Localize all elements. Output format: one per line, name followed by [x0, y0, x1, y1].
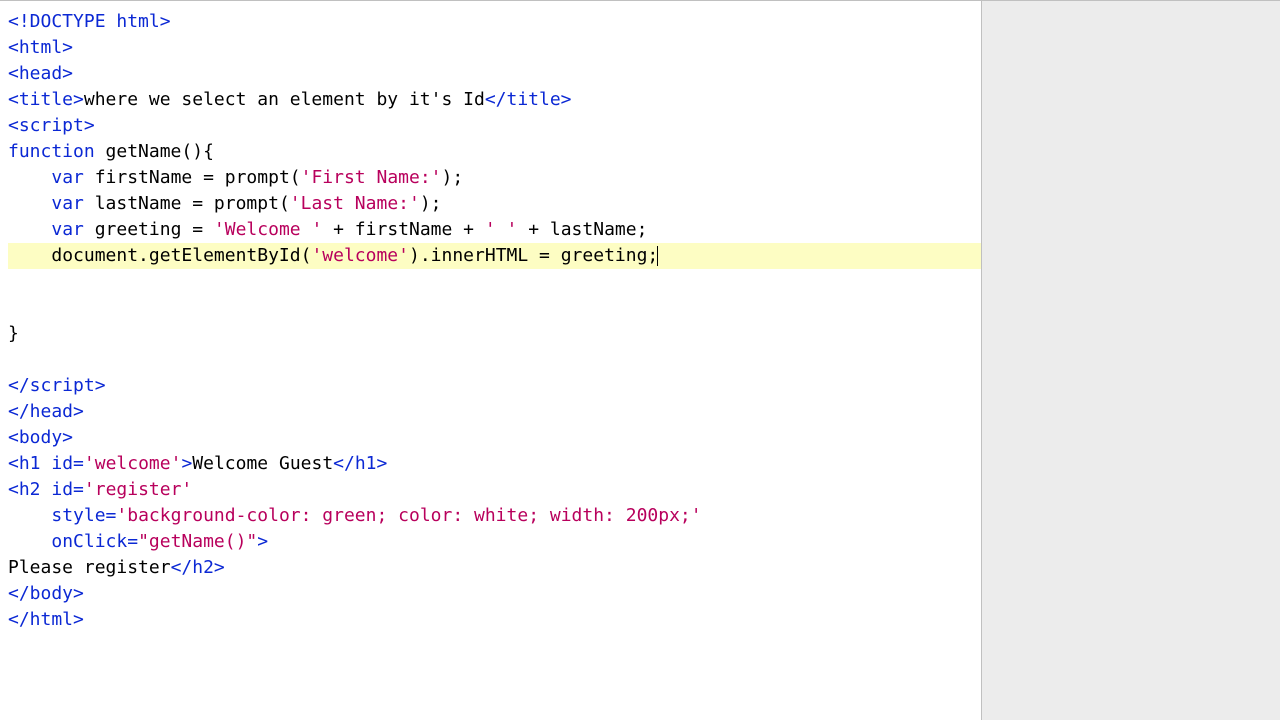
text-cursor [657, 246, 658, 266]
code-token: <!DOCTYPE html> [8, 11, 171, 32]
code-token: </h1> [333, 453, 387, 474]
code-token: var [51, 167, 84, 188]
code-token: lastName = prompt( [84, 193, 290, 214]
code-line[interactable]: <body> [8, 425, 981, 451]
code-token: firstName = prompt( [84, 167, 301, 188]
code-token: = [73, 453, 84, 474]
code-token: ); [442, 167, 464, 188]
code-token: ).innerHTML = greeting; [409, 245, 658, 266]
code-token: Please register [8, 557, 171, 578]
code-line[interactable]: <!DOCTYPE html> [8, 9, 981, 35]
code-token: > [257, 531, 268, 552]
code-token: 'First Name:' [301, 167, 442, 188]
code-editor-pane[interactable]: <!DOCTYPE html> <html> <head> <title>where … [0, 0, 982, 720]
code-line[interactable] [8, 347, 981, 373]
code-token: </html> [8, 609, 84, 630]
code-token: </body> [8, 583, 84, 604]
code-token: ); [420, 193, 442, 214]
code-token: } [8, 323, 19, 344]
code-token: style [51, 505, 105, 526]
code-token: <script> [8, 115, 95, 136]
code-line[interactable]: <script> [8, 113, 981, 139]
code-line[interactable] [8, 269, 981, 295]
code-line[interactable]: </html> [8, 607, 981, 633]
code-line[interactable]: Please register</h2> [8, 555, 981, 581]
code-token: function [8, 141, 95, 162]
code-token: </title> [485, 89, 572, 110]
code-line[interactable]: <html> [8, 35, 981, 61]
code-token: greeting = [84, 219, 214, 240]
code-token: <body> [8, 427, 73, 448]
code-token: document.getElementById( [51, 245, 311, 266]
code-line[interactable]: var greeting = 'Welcome ' + firstName + … [8, 217, 981, 243]
code-token: + firstName + [322, 219, 485, 240]
code-line[interactable]: </body> [8, 581, 981, 607]
code-token: 'background-color: green; color: white; … [116, 505, 701, 526]
code-token: = [127, 531, 138, 552]
code-line[interactable]: var lastName = prompt('Last Name:'); [8, 191, 981, 217]
code-line[interactable]: var firstName = prompt('First Name:'); [8, 165, 981, 191]
code-token: where we select an element by it's Id [84, 89, 485, 110]
code-token: </head> [8, 401, 84, 422]
code-token: onClick [51, 531, 127, 552]
code-token: </script> [8, 375, 106, 396]
code-token: <h1 [8, 453, 51, 474]
code-token: var [51, 219, 84, 240]
code-token: </h2> [171, 557, 225, 578]
code-line[interactable]: <title>where we select an element by it'… [8, 87, 981, 113]
code-token: 'Welcome ' [214, 219, 322, 240]
code-token: Welcome Guest [192, 453, 333, 474]
code-line[interactable]: onClick="getName()"> [8, 529, 981, 555]
code-token: <html> [8, 37, 73, 58]
side-panel [982, 0, 1280, 720]
code-token: 'welcome' [84, 453, 182, 474]
code-line[interactable]: document.getElementById('welcome').inner… [8, 243, 981, 269]
code-token: <head> [8, 63, 73, 84]
code-line[interactable]: style='background-color: green; color: w… [8, 503, 981, 529]
code-token: id [51, 453, 73, 474]
code-line[interactable]: } [8, 321, 981, 347]
code-token: = [73, 479, 84, 500]
code-token: ' ' [485, 219, 518, 240]
code-line[interactable]: </script> [8, 373, 981, 399]
code-line[interactable]: <h1 id='welcome'>Welcome Guest</h1> [8, 451, 981, 477]
code-token: <h2 [8, 479, 51, 500]
code-token: id [51, 479, 73, 500]
code-token: 'Last Name:' [290, 193, 420, 214]
code-line[interactable]: <h2 id='register' [8, 477, 981, 503]
code-token: "getName()" [138, 531, 257, 552]
code-line[interactable] [8, 295, 981, 321]
code-token: getName(){ [95, 141, 214, 162]
code-line[interactable]: function getName(){ [8, 139, 981, 165]
code-token: var [51, 193, 84, 214]
code-token: <title> [8, 89, 84, 110]
code-token: 'welcome' [311, 245, 409, 266]
code-line[interactable]: </head> [8, 399, 981, 425]
code-token: = [106, 505, 117, 526]
code-token: > [181, 453, 192, 474]
code-token: + lastName; [517, 219, 647, 240]
code-token: 'register' [84, 479, 192, 500]
code-line[interactable]: <head> [8, 61, 981, 87]
